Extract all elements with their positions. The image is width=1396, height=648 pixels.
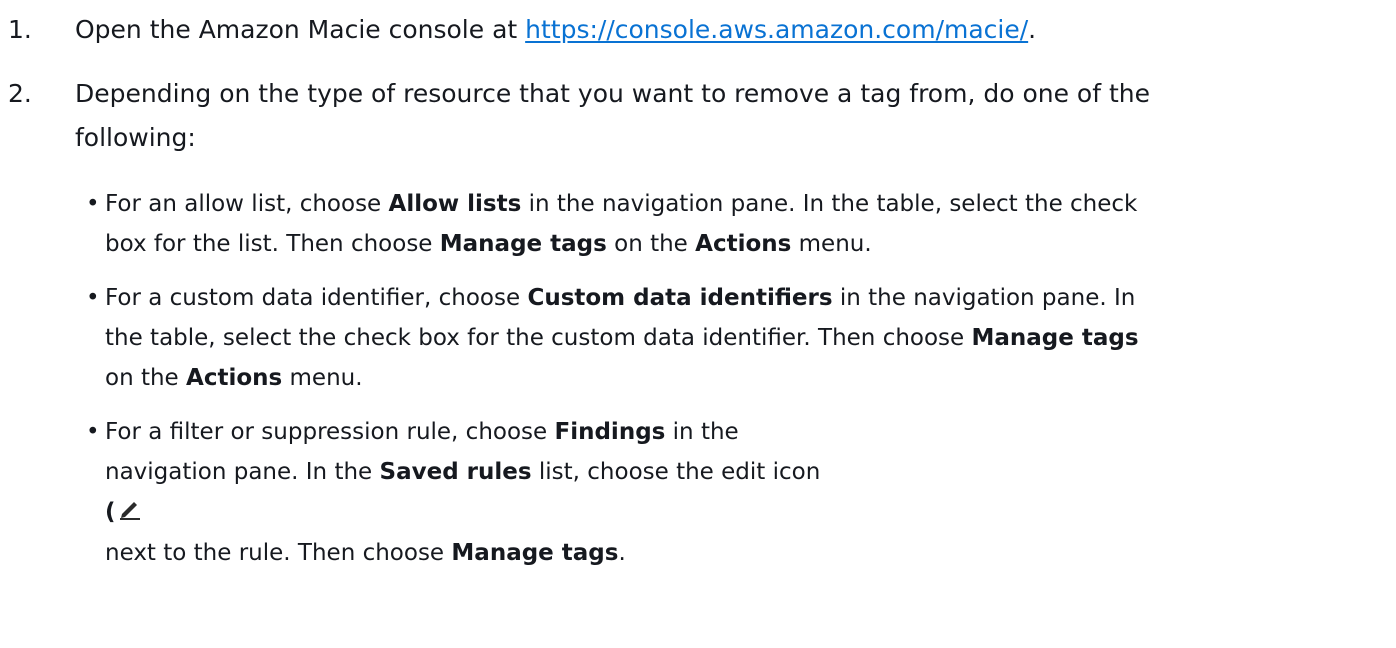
- bullet-text-part: For a custom data identifier, choose: [105, 285, 528, 311]
- bullet-text-part: navigation pane. In the: [105, 459, 380, 485]
- ui-term-actions: Actions: [695, 231, 792, 257]
- step-line: following:: [75, 123, 196, 152]
- bullet-text-part: box for the list. Then choose: [105, 231, 440, 257]
- macie-console-link[interactable]: https://console.aws.amazon.com/macie/: [525, 15, 1028, 44]
- ui-term-custom-data-identifiers: Custom data identifiers: [527, 285, 833, 311]
- step-text: Depending on the type of resource that y…: [75, 72, 1375, 160]
- ui-term-allow-lists: Allow lists: [388, 191, 522, 217]
- bullet-text: For a custom data identifier, choose Cus…: [105, 278, 1385, 398]
- bullet-marker: •: [86, 191, 100, 217]
- step-number: 2.: [8, 79, 32, 108]
- step-line: Depending on the type of resource that y…: [75, 79, 1150, 108]
- step-text-after: .: [1028, 15, 1037, 44]
- bullet-marker: •: [86, 419, 100, 445]
- bullet-text-part: in the navigation pane. In: [832, 285, 1136, 311]
- document: 1. Open the Amazon Macie console at http…: [0, 0, 1396, 648]
- bullet-text-part: .: [618, 539, 626, 566]
- bullet-text: For an allow list, choose Allow lists in…: [105, 184, 1385, 264]
- bullet-text-part: next to the rule. Then choose: [105, 539, 452, 566]
- open-paren: (: [105, 499, 116, 525]
- ui-term-actions: Actions: [186, 365, 283, 391]
- bullet-text-part: on the: [105, 365, 187, 391]
- bullet-text-part: the table, select the check box for the …: [105, 325, 972, 351]
- bullet-text-part: list, choose the edit icon: [531, 459, 821, 485]
- bullet-text-part: in the: [665, 419, 739, 445]
- ui-term-manage-tags: Manage tags: [451, 539, 619, 566]
- ui-term-findings: Findings: [554, 419, 666, 445]
- ui-term-saved-rules: Saved rules: [379, 459, 532, 485]
- bullet-text-part: For a filter or suppression rule, choose: [105, 419, 555, 445]
- pencil-edit-icon: [118, 493, 142, 533]
- step-text-before: Open the Amazon Macie console at: [75, 15, 526, 44]
- step-text: Open the Amazon Macie console at https:/…: [75, 8, 1375, 52]
- bullet-text-part: in the navigation pane. In the table, se…: [521, 191, 1138, 217]
- bullet-text: For a filter or suppression rule, choose…: [105, 412, 1385, 573]
- step-number: 1.: [8, 15, 32, 44]
- bullet-text-part: For an allow list, choose: [105, 191, 389, 217]
- ui-term-manage-tags: Manage tags: [439, 231, 607, 257]
- bullet-text-part: menu.: [791, 231, 872, 257]
- bullet-marker: •: [86, 285, 100, 311]
- bullet-text-part: menu.: [282, 365, 363, 391]
- bullet-text-part: on the: [606, 231, 696, 257]
- ui-term-manage-tags: Manage tags: [971, 325, 1139, 351]
